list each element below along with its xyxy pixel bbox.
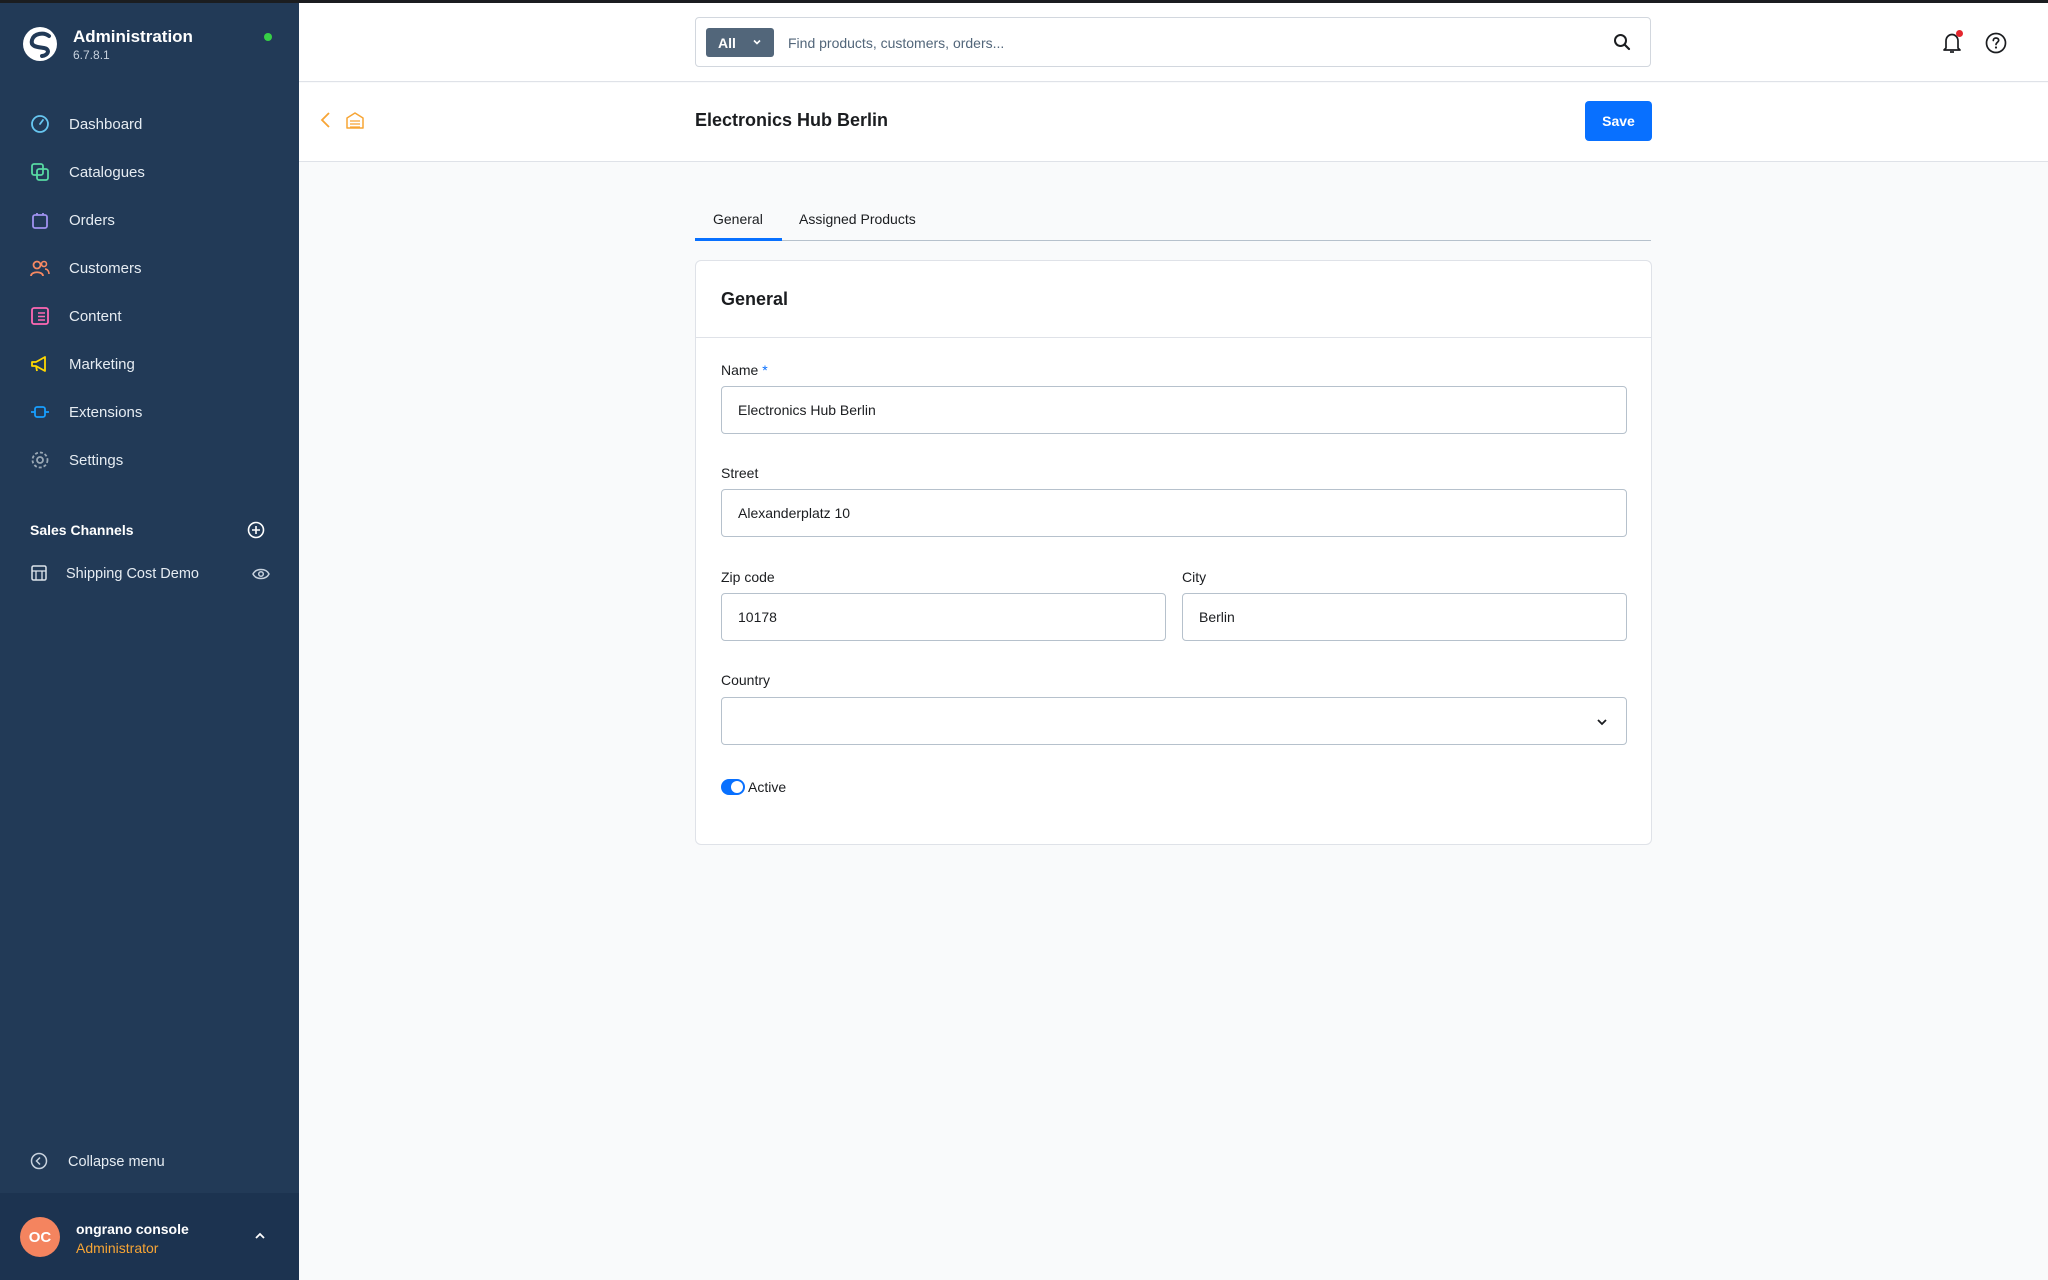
global-search: All xyxy=(695,17,1651,67)
back-arrow-icon[interactable] xyxy=(319,110,333,130)
app-version: 6.7.8.1 xyxy=(73,48,110,62)
name-field xyxy=(721,386,1627,434)
warehouse-icon xyxy=(346,112,364,129)
notification-badge xyxy=(1956,30,1963,37)
city-label: City xyxy=(1182,569,1207,585)
street-field xyxy=(721,489,1627,537)
sidebar-item-label: Dashboard xyxy=(69,115,143,133)
status-indicator xyxy=(264,33,272,41)
sidebar-item-dashboard[interactable]: Dashboard xyxy=(0,100,299,148)
page-title: Electronics Hub Berlin xyxy=(695,110,889,130)
user-profile[interactable]: OC ongrano console Administrator xyxy=(0,1193,299,1280)
card-header: General xyxy=(696,261,1651,338)
main-nav: Dashboard Catalogues Orders Customers Co… xyxy=(0,100,299,484)
customers-icon xyxy=(29,257,51,279)
city-field xyxy=(1182,593,1627,641)
sidebar-item-orders[interactable]: Orders xyxy=(0,196,299,244)
sidebar-item-label: Catalogues xyxy=(69,163,145,181)
settings-icon xyxy=(29,449,51,471)
active-tab-indicator xyxy=(695,238,782,241)
user-role: Administrator xyxy=(76,1240,159,1256)
name-input[interactable] xyxy=(722,387,1626,433)
name-label-text: Name xyxy=(721,362,759,378)
sidebar-item-label: Extensions xyxy=(69,403,143,421)
sidebar-item-catalogues[interactable]: Catalogues xyxy=(0,148,299,196)
tab-assigned-products[interactable]: Assigned Products xyxy=(799,211,916,240)
sales-channel-item[interactable]: Shipping Cost Demo xyxy=(30,562,275,588)
extensions-icon xyxy=(29,401,51,423)
save-button[interactable]: Save xyxy=(1585,101,1652,141)
sidebar-item-label: Marketing xyxy=(69,355,135,373)
sales-channels-heading: Sales Channels xyxy=(30,522,134,538)
card-title: General xyxy=(721,289,789,309)
street-input[interactable] xyxy=(722,490,1626,536)
required-mark: * xyxy=(762,362,768,378)
user-name: ongrano console xyxy=(76,1221,189,1237)
avatar: OC xyxy=(20,1217,60,1257)
sidebar-item-settings[interactable]: Settings xyxy=(0,436,299,484)
eye-icon[interactable] xyxy=(252,567,270,581)
orders-icon xyxy=(29,209,51,231)
country-select[interactable] xyxy=(721,697,1627,745)
sidebar-item-label: Settings xyxy=(69,451,124,469)
content-icon xyxy=(29,305,51,327)
search-type-select[interactable]: All xyxy=(706,28,774,57)
sales-channels-header: Sales Channels xyxy=(30,520,270,542)
tab-general[interactable]: General xyxy=(713,211,763,240)
add-sales-channel-icon[interactable] xyxy=(247,521,265,539)
notifications-button[interactable] xyxy=(1941,30,1963,55)
active-label: Active xyxy=(748,779,787,795)
collapse-arrow-icon xyxy=(30,1152,48,1170)
shopware-logo-icon xyxy=(23,27,57,61)
city-input[interactable] xyxy=(1183,594,1626,640)
sidebar-item-extensions[interactable]: Extensions xyxy=(0,388,299,436)
toggle-knob xyxy=(731,781,743,793)
app-title: Administration xyxy=(73,27,193,46)
zip-label: Zip code xyxy=(721,569,775,585)
name-label: Name * xyxy=(721,362,768,378)
storefront-icon xyxy=(31,565,47,581)
smart-bar: Electronics Hub Berlin Save xyxy=(299,83,2048,162)
help-icon[interactable] xyxy=(1985,32,2007,54)
country-label: Country xyxy=(721,672,771,688)
dashboard-icon xyxy=(29,113,51,135)
sidebar-item-label: Content xyxy=(69,307,122,325)
tabs: General Assigned Products xyxy=(695,201,1651,241)
sidebar-item-marketing[interactable]: Marketing xyxy=(0,340,299,388)
collapse-menu-button[interactable]: Collapse menu xyxy=(30,1151,250,1173)
active-toggle[interactable] xyxy=(721,779,745,795)
street-label: Street xyxy=(721,465,759,481)
sidebar: Administration 6.7.8.1 Dashboard Catalog… xyxy=(0,0,299,1280)
search-input[interactable] xyxy=(788,28,1588,58)
catalogues-icon xyxy=(29,161,51,183)
top-bar: All xyxy=(299,3,2048,82)
sidebar-item-content[interactable]: Content xyxy=(0,292,299,340)
general-card: General Name * Street Zip code City Coun… xyxy=(695,260,1652,845)
collapse-menu-label: Collapse menu xyxy=(68,1154,165,1170)
chevron-down-icon xyxy=(753,39,761,45)
search-type-label: All xyxy=(718,34,736,51)
zip-field xyxy=(721,593,1166,641)
sales-channel-label: Shipping Cost Demo xyxy=(66,566,199,582)
search-icon[interactable] xyxy=(1613,33,1631,51)
marketing-icon xyxy=(29,353,51,375)
sidebar-item-label: Customers xyxy=(69,259,142,277)
sidebar-item-label: Orders xyxy=(69,211,115,229)
chevron-up-icon[interactable] xyxy=(253,1229,267,1243)
zip-input[interactable] xyxy=(722,594,1165,640)
chevron-down-icon xyxy=(1597,719,1607,726)
sidebar-item-customers[interactable]: Customers xyxy=(0,244,299,292)
brand[interactable]: Administration 6.7.8.1 xyxy=(22,26,282,66)
